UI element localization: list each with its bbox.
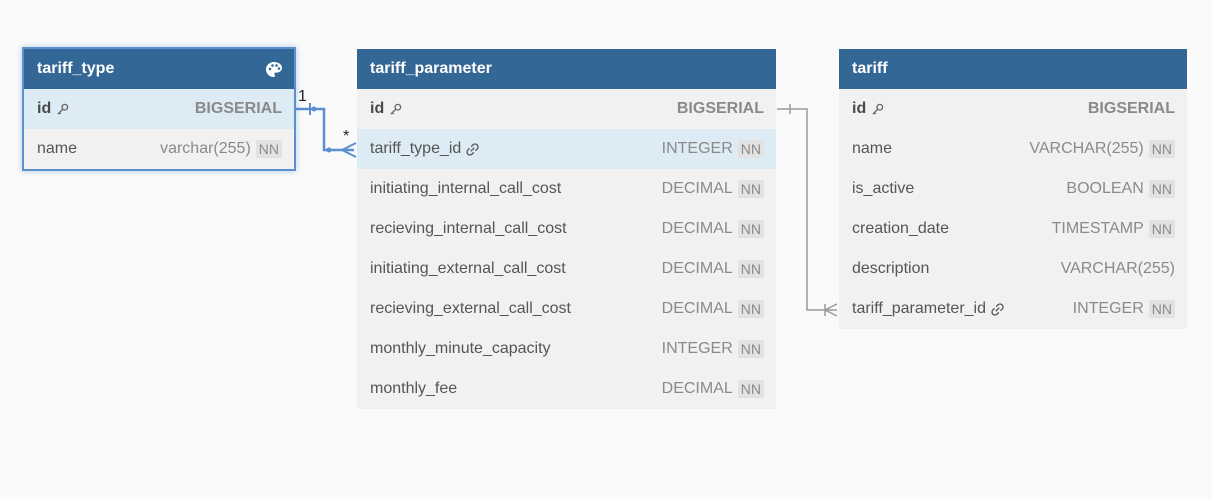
field-type: BIGSERIAL	[1087, 100, 1175, 117]
field-name: initiating_external_call_cost	[370, 260, 566, 277]
field-row[interactable]: tariff_parameter_id INTEGER NN	[839, 289, 1187, 329]
link-icon	[991, 302, 1004, 316]
table-header[interactable]: tariff_parameter	[357, 49, 776, 89]
field-type: varchar(255)	[160, 140, 251, 157]
link-icon	[466, 142, 479, 156]
field-row[interactable]: recieving_external_call_cost DECIMAL NN	[357, 289, 776, 329]
field-name: tariff_parameter_id	[852, 300, 986, 317]
diagram-canvas[interactable]: 1 * tariff_type id BIGSERIAL name varcha…	[0, 0, 1212, 499]
field-type: DECIMAL	[661, 180, 733, 197]
field-type: INTEGER	[1072, 300, 1144, 317]
table-title: tariff_type	[37, 60, 115, 77]
field-row[interactable]: creation_date TIMESTAMP NN	[839, 209, 1187, 249]
field-name: description	[852, 260, 930, 277]
field-row[interactable]: description VARCHAR(255)	[839, 249, 1187, 289]
field-name: initiating_internal_call_cost	[370, 180, 562, 197]
palette-icon[interactable]	[264, 60, 284, 80]
table-title: tariff	[852, 60, 888, 77]
not-null-badge: NN	[737, 380, 764, 398]
field-name: id	[852, 100, 867, 117]
table-header[interactable]: tariff	[839, 49, 1187, 89]
table-tariff-type[interactable]: tariff_type id BIGSERIAL name varchar(25…	[22, 47, 296, 171]
not-null-badge: NN	[1148, 300, 1175, 318]
field-type: INTEGER	[661, 340, 733, 357]
field-row[interactable]: initiating_internal_call_cost DECIMAL NN	[357, 169, 776, 209]
field-name: name	[852, 140, 893, 157]
cardinality-many-label: *	[343, 128, 350, 145]
field-row[interactable]: monthly_fee DECIMAL NN	[357, 369, 776, 409]
field-type: DECIMAL	[661, 380, 733, 397]
field-type: BIGSERIAL	[194, 100, 282, 117]
field-name: recieving_external_call_cost	[370, 300, 571, 317]
field-type: DECIMAL	[661, 300, 733, 317]
not-null-badge: NN	[255, 140, 282, 158]
field-type: BOOLEAN	[1066, 180, 1144, 197]
field-name: creation_date	[852, 220, 949, 237]
field-type: DECIMAL	[661, 220, 733, 237]
key-icon	[57, 103, 69, 115]
field-name: recieving_internal_call_cost	[370, 220, 567, 237]
not-null-badge: NN	[1148, 220, 1175, 238]
field-name: monthly_minute_capacity	[370, 340, 551, 357]
field-type: VARCHAR(255)	[1060, 260, 1175, 277]
field-type: VARCHAR(255)	[1029, 140, 1144, 157]
field-row[interactable]: name varchar(255) NN	[24, 129, 294, 169]
field-name: tariff_type_id	[370, 140, 462, 157]
field-row[interactable]: recieving_internal_call_cost DECIMAL NN	[357, 209, 776, 249]
table-title: tariff_parameter	[370, 60, 492, 77]
field-name: id	[370, 100, 385, 117]
field-name: id	[37, 100, 52, 117]
not-null-badge: NN	[737, 300, 764, 318]
not-null-badge: NN	[737, 260, 764, 278]
field-name: monthly_fee	[370, 380, 458, 397]
field-type: INTEGER	[661, 140, 733, 157]
field-row[interactable]: tariff_type_id INTEGER NN	[357, 129, 776, 169]
field-row[interactable]: id BIGSERIAL	[839, 89, 1187, 129]
field-row[interactable]: name VARCHAR(255) NN	[839, 129, 1187, 169]
field-type: TIMESTAMP	[1051, 220, 1144, 237]
relation-parameter-to-tariff[interactable]	[777, 104, 838, 317]
table-header[interactable]: tariff_type	[24, 49, 294, 89]
key-icon	[872, 103, 884, 115]
field-row[interactable]: monthly_minute_capacity INTEGER NN	[357, 329, 776, 369]
field-row[interactable]: id BIGSERIAL	[24, 89, 294, 129]
field-row[interactable]: id BIGSERIAL	[357, 89, 776, 129]
not-null-badge: NN	[1148, 140, 1175, 158]
table-tariff[interactable]: tariff id BIGSERIAL name VARCHAR(255) NN…	[839, 49, 1187, 329]
field-type: BIGSERIAL	[676, 100, 764, 117]
field-name: is_active	[852, 180, 915, 197]
not-null-badge: NN	[737, 140, 764, 158]
field-name: name	[37, 140, 78, 157]
key-icon	[390, 103, 402, 115]
table-tariff-parameter[interactable]: tariff_parameter id BIGSERIAL tariff_typ…	[357, 49, 776, 409]
not-null-badge: NN	[737, 180, 764, 198]
field-type: DECIMAL	[661, 260, 733, 277]
not-null-badge: NN	[737, 340, 764, 358]
not-null-badge: NN	[1148, 180, 1175, 198]
field-row[interactable]: is_active BOOLEAN NN	[839, 169, 1187, 209]
field-row[interactable]: initiating_external_call_cost DECIMAL NN	[357, 249, 776, 289]
cardinality-one-label: 1	[298, 88, 307, 105]
not-null-badge: NN	[737, 220, 764, 238]
